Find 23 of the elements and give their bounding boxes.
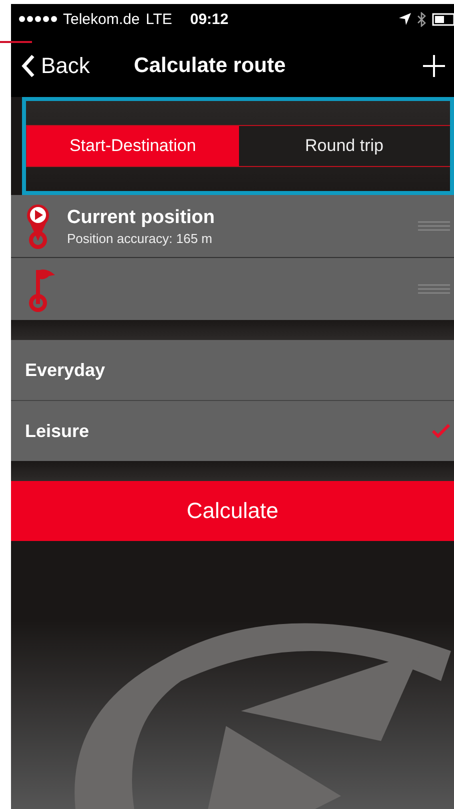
plus-icon[interactable]: [422, 54, 446, 78]
carrier-text: Telekom.de: [63, 10, 140, 28]
battery-icon: [432, 12, 454, 26]
drag-handle-icon[interactable]: [418, 284, 450, 294]
bluetooth-icon: [417, 12, 426, 26]
start-pin-icon: [25, 203, 51, 249]
network-text: LTE: [146, 10, 172, 28]
waypoint-title: Current position: [67, 206, 215, 228]
mode-tab[interactable]: Start-Destination: [27, 126, 238, 166]
screen-title: Calculate route: [134, 54, 286, 78]
route-type-row[interactable]: Leisure: [11, 401, 454, 461]
location-arrow-icon: [399, 13, 411, 25]
signal-icon: [19, 16, 57, 22]
drag-handle-icon[interactable]: [418, 221, 450, 231]
chevron-left-icon: [21, 54, 35, 78]
route-type-row[interactable]: Everyday: [11, 340, 454, 401]
annotation-line: [0, 41, 32, 43]
time-text: 09:12: [190, 10, 228, 28]
route-type-label: Leisure: [25, 420, 90, 442]
route-type-label: Everyday: [25, 360, 106, 380]
waypoint-subtitle: Position accuracy: 165 m: [67, 230, 214, 246]
calculate-button[interactable]: Calculate: [11, 481, 454, 541]
back-button[interactable]: Back: [21, 52, 90, 78]
